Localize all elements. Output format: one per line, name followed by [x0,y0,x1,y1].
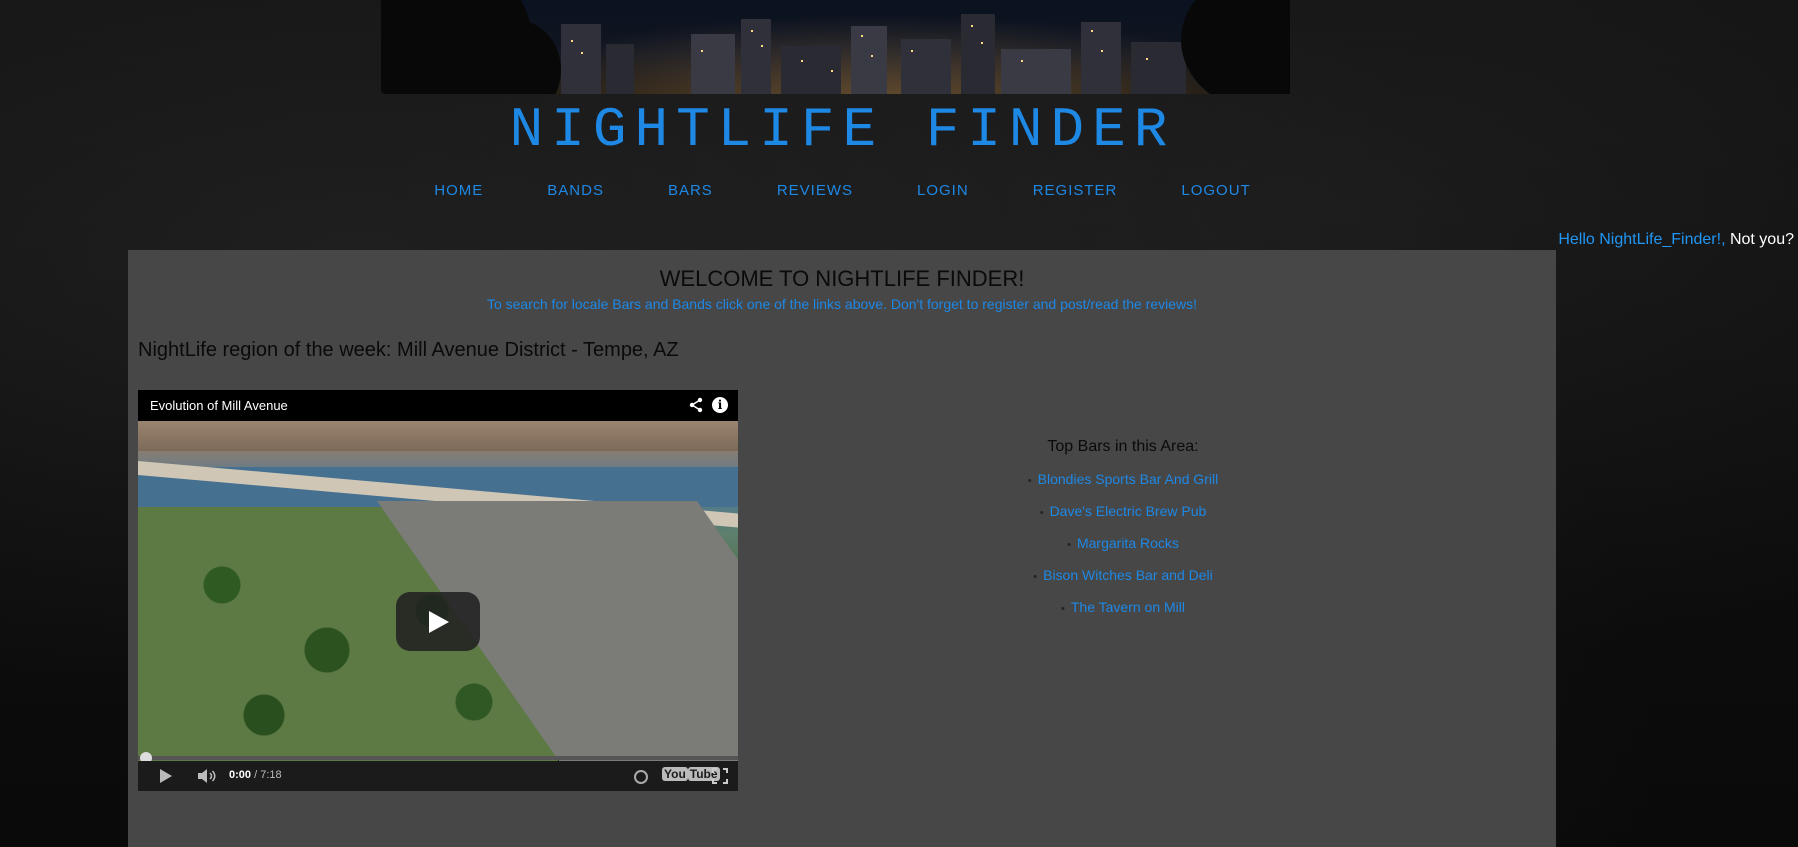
video-title-bar: Evolution of Mill Avenue i [138,390,738,421]
welcome-heading: WELCOME TO NIGHTLIFE FINDER! [659,266,1025,291]
region-of-week-heading: NightLife region of the week: Mill Avenu… [138,339,679,361]
fullscreen-icon[interactable] [712,768,728,784]
youtube-logo-icon[interactable]: You Tube [662,767,720,781]
site-title: NIGHTLIFE FINDER [509,98,1176,162]
bar-link-blondies[interactable]: Blondies Sports Bar And Grill [1038,471,1219,487]
bar-link-daves[interactable]: Dave's Electric Brew Pub [1050,503,1207,519]
greeting-username: Hello NightLife_Finder!, [1558,231,1726,248]
info-icon[interactable]: i [712,397,728,413]
current-time: 0:00 [229,769,252,781]
nav-login-link[interactable]: LOGIN [917,182,969,199]
top-bars-heading: Top Bars in this Area: [1047,438,1199,455]
share-icon[interactable] [688,397,704,413]
list-item: Dave's Electric Brew Pub [973,496,1273,528]
nav-bars-link[interactable]: BARS [668,182,713,199]
video-controls: 0:00 / 7:18 You Tube [138,761,738,791]
bar-link-margarita[interactable]: Margarita Rocks [1077,535,1179,551]
video-thumbnail[interactable] [138,421,738,767]
video-title[interactable]: Evolution of Mill Avenue [150,398,288,413]
list-item: Bison Witches Bar and Deli [973,560,1273,592]
main-nav: HOME BANDS BARS REVIEWS LOGIN REGISTER L… [0,182,1685,199]
list-item: The Tavern on Mill [973,592,1273,624]
top-bars-list: Top Bars in this Area: Blondies Sports B… [973,438,1273,624]
list-item: Margarita Rocks [973,528,1273,560]
volume-icon[interactable] [198,769,218,783]
video-time: 0:00 / 7:18 [229,769,282,781]
not-you-link[interactable]: Not you? [1726,231,1794,248]
video-progress-bar[interactable] [138,756,738,760]
welcome-subtitle: To search for locale Bars and Bands clic… [486,296,1198,312]
nav-reviews-link[interactable]: REVIEWS [777,182,853,199]
play-icon[interactable] [160,769,172,783]
nav-bands-link[interactable]: BANDS [547,182,604,199]
video-player[interactable]: Evolution of Mill Avenue i 0:00 / 7:18 Y… [138,390,738,791]
nav-register-link[interactable]: REGISTER [1033,182,1118,199]
header-banner-image [381,0,1290,94]
play-button[interactable] [396,592,480,651]
bar-link-bison[interactable]: Bison Witches Bar and Deli [1043,567,1213,583]
duration: / 7:18 [251,769,282,781]
bar-link-tavern[interactable]: The Tavern on Mill [1071,599,1185,615]
main-content-panel: WELCOME TO NIGHTLIFE FINDER! To search f… [128,250,1556,847]
nav-logout-link[interactable]: LOGOUT [1181,182,1250,199]
youtube-label: You [662,767,688,781]
list-item: Blondies Sports Bar And Grill [973,464,1273,496]
watch-later-icon[interactable] [634,770,648,784]
user-greeting: Hello NightLife_Finder!, Not you? [1558,231,1794,249]
nav-home-link[interactable]: HOME [434,182,483,199]
